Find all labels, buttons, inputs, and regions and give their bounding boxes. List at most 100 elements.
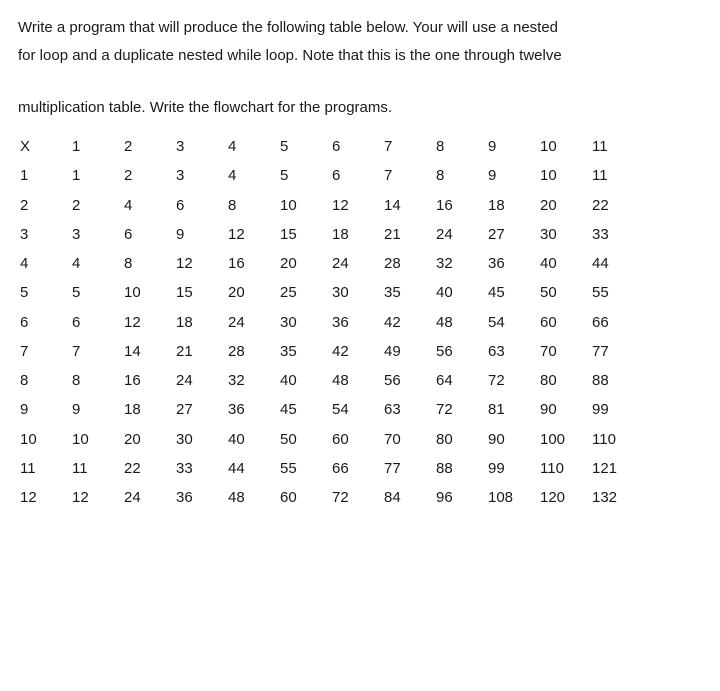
cell-0-8: 8 xyxy=(434,161,486,190)
cell-4-5: 25 xyxy=(278,278,330,307)
cell-11-7: 84 xyxy=(382,483,434,512)
cell-5-10: 60 xyxy=(538,308,590,337)
cell-9-9: 90 xyxy=(486,425,538,454)
description-block: Write a program that will produce the fo… xyxy=(18,16,702,120)
cell-8-4: 36 xyxy=(226,395,278,424)
cell-11-2: 24 xyxy=(122,483,174,512)
cell-1-7: 14 xyxy=(382,191,434,220)
cell-10-4: 44 xyxy=(226,454,278,483)
cell-9-5: 50 xyxy=(278,425,330,454)
cell-7-2: 16 xyxy=(122,366,174,395)
cell-7-7: 56 xyxy=(382,366,434,395)
header-cell-10: 10 xyxy=(538,132,590,161)
cell-3-2: 8 xyxy=(122,249,174,278)
cell-10-3: 33 xyxy=(174,454,226,483)
cell-8-10: 90 xyxy=(538,395,590,424)
cell-5-6: 36 xyxy=(330,308,382,337)
table-row: 9918273645546372819099 xyxy=(18,395,642,424)
cell-0-4: 4 xyxy=(226,161,278,190)
cell-0-2: 2 xyxy=(122,161,174,190)
cell-5-0: 6 xyxy=(18,308,70,337)
cell-11-8: 96 xyxy=(434,483,486,512)
cell-11-3: 36 xyxy=(174,483,226,512)
cell-7-1: 8 xyxy=(70,366,122,395)
cell-3-5: 20 xyxy=(278,249,330,278)
cell-10-6: 66 xyxy=(330,454,382,483)
desc-line3: multiplication table. Write the flowchar… xyxy=(18,96,702,120)
cell-4-0: 5 xyxy=(18,278,70,307)
cell-8-1: 9 xyxy=(70,395,122,424)
cell-5-7: 42 xyxy=(382,308,434,337)
cell-2-4: 12 xyxy=(226,220,278,249)
cell-7-6: 48 xyxy=(330,366,382,395)
cell-3-11: 44 xyxy=(590,249,642,278)
cell-2-6: 18 xyxy=(330,220,382,249)
header-cell-11: 11 xyxy=(590,132,642,161)
multiplication-table: X1234567891011 1123456789101122468101214… xyxy=(18,132,642,512)
cell-9-10: 100 xyxy=(538,425,590,454)
cell-3-6: 24 xyxy=(330,249,382,278)
cell-0-6: 6 xyxy=(330,161,382,190)
header-cell-0: X xyxy=(18,132,70,161)
cell-7-4: 32 xyxy=(226,366,278,395)
cell-4-3: 15 xyxy=(174,278,226,307)
cell-8-6: 54 xyxy=(330,395,382,424)
cell-5-8: 48 xyxy=(434,308,486,337)
cell-2-7: 21 xyxy=(382,220,434,249)
cell-6-1: 7 xyxy=(70,337,122,366)
cell-4-11: 55 xyxy=(590,278,642,307)
cell-9-8: 80 xyxy=(434,425,486,454)
header-cell-8: 8 xyxy=(434,132,486,161)
cell-7-3: 24 xyxy=(174,366,226,395)
cell-0-10: 10 xyxy=(538,161,590,190)
cell-1-9: 18 xyxy=(486,191,538,220)
cell-6-8: 56 xyxy=(434,337,486,366)
header-cell-4: 4 xyxy=(226,132,278,161)
cell-1-5: 10 xyxy=(278,191,330,220)
cell-0-3: 3 xyxy=(174,161,226,190)
cell-7-0: 8 xyxy=(18,366,70,395)
cell-0-7: 7 xyxy=(382,161,434,190)
cell-4-10: 50 xyxy=(538,278,590,307)
cell-9-4: 40 xyxy=(226,425,278,454)
table-row: 5510152025303540455055 xyxy=(18,278,642,307)
table-row: 8816243240485664728088 xyxy=(18,366,642,395)
cell-10-0: 11 xyxy=(18,454,70,483)
cell-5-1: 6 xyxy=(70,308,122,337)
cell-11-4: 48 xyxy=(226,483,278,512)
cell-2-10: 30 xyxy=(538,220,590,249)
cell-1-4: 8 xyxy=(226,191,278,220)
table-row: 448121620242832364044 xyxy=(18,249,642,278)
cell-1-0: 2 xyxy=(18,191,70,220)
header-cell-9: 9 xyxy=(486,132,538,161)
cell-3-8: 32 xyxy=(434,249,486,278)
cell-1-10: 20 xyxy=(538,191,590,220)
desc-line1: Write a program that will produce the fo… xyxy=(18,16,702,40)
table-header-row: X1234567891011 xyxy=(18,132,642,161)
cell-2-2: 6 xyxy=(122,220,174,249)
cell-6-6: 42 xyxy=(330,337,382,366)
cell-1-3: 6 xyxy=(174,191,226,220)
cell-3-4: 16 xyxy=(226,249,278,278)
cell-4-9: 45 xyxy=(486,278,538,307)
cell-10-8: 88 xyxy=(434,454,486,483)
cell-1-8: 16 xyxy=(434,191,486,220)
cell-2-9: 27 xyxy=(486,220,538,249)
cell-3-3: 12 xyxy=(174,249,226,278)
cell-2-1: 3 xyxy=(70,220,122,249)
cell-11-0: 12 xyxy=(18,483,70,512)
cell-8-5: 45 xyxy=(278,395,330,424)
header-cell-1: 1 xyxy=(70,132,122,161)
table-row: 11234567891011 xyxy=(18,161,642,190)
cell-3-0: 4 xyxy=(18,249,70,278)
cell-8-3: 27 xyxy=(174,395,226,424)
cell-0-9: 9 xyxy=(486,161,538,190)
cell-4-6: 30 xyxy=(330,278,382,307)
header-cell-5: 5 xyxy=(278,132,330,161)
header-cell-7: 7 xyxy=(382,132,434,161)
table-row: 6612182430364248546066 xyxy=(18,308,642,337)
cell-7-11: 88 xyxy=(590,366,642,395)
table-row: 10102030405060708090100110 xyxy=(18,425,642,454)
cell-3-1: 4 xyxy=(70,249,122,278)
cell-4-2: 10 xyxy=(122,278,174,307)
